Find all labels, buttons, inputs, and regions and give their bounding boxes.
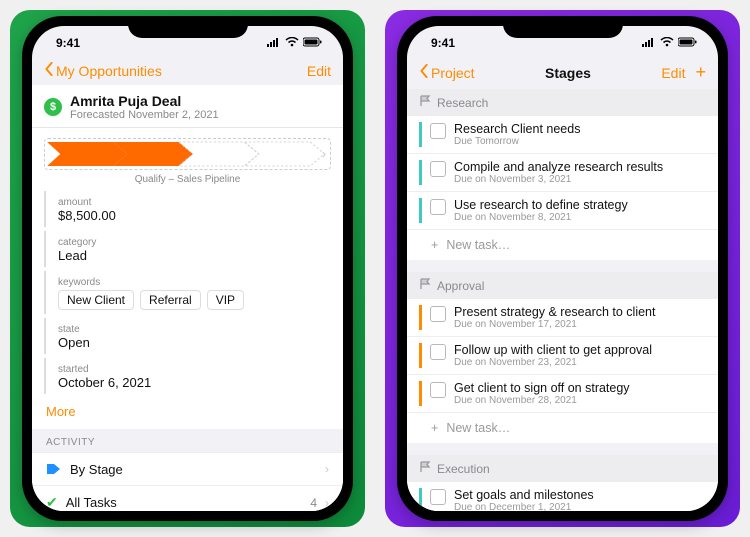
- back-label: My Opportunities: [56, 63, 162, 79]
- task-title: Compile and analyze research results: [454, 160, 663, 174]
- new-task-label: New task…: [446, 421, 510, 435]
- chevron-right-icon: ›: [322, 147, 326, 161]
- pipeline-stage[interactable]: › Qualify – Sales Pipeline: [32, 128, 343, 187]
- task-due: Due on November 8, 2021: [454, 212, 628, 223]
- wifi-icon: [285, 36, 299, 50]
- task-title: Set goals and milestones: [454, 488, 594, 502]
- task-title: Use research to define strategy: [454, 198, 628, 212]
- more-button[interactable]: More: [32, 394, 343, 429]
- add-button[interactable]: +: [695, 62, 706, 83]
- stage-color-bar: [419, 122, 422, 147]
- stage-color-bar: [419, 381, 422, 406]
- stage-name: Approval: [437, 279, 484, 293]
- keyword-tag[interactable]: New Client: [58, 290, 134, 310]
- page-title: Stages: [545, 65, 591, 81]
- notch: [503, 16, 623, 38]
- wifi-icon: [660, 36, 674, 50]
- task-row[interactable]: Research Client needsDue Tomorrow: [407, 116, 718, 154]
- task-title: Follow up with client to get approval: [454, 343, 652, 357]
- stage-color-bar: [419, 305, 422, 330]
- chevron-right-icon: ›: [325, 496, 329, 510]
- activity-header: ACTIVITY: [32, 429, 343, 452]
- keyword-tag[interactable]: VIP: [207, 290, 244, 310]
- task-due: Due Tomorrow: [454, 136, 580, 147]
- task-due: Due on November 23, 2021: [454, 357, 652, 368]
- deal-title: Amrita Puja Deal: [70, 93, 219, 109]
- signal-icon: [642, 36, 656, 50]
- tag-icon: [46, 461, 62, 477]
- chevron-right-icon: ›: [325, 462, 329, 476]
- stage-color-bar: [419, 343, 422, 368]
- stage-header[interactable]: Execution: [407, 455, 718, 482]
- back-button[interactable]: My Opportunities: [44, 62, 162, 79]
- task-checkbox[interactable]: [430, 344, 446, 360]
- flag-icon: [419, 278, 431, 293]
- task-row[interactable]: Compile and analyze research resultsDue …: [407, 154, 718, 192]
- phone-frame-right: 9:41 Project Stages Edit +: [397, 16, 728, 521]
- task-title: Research Client needs: [454, 122, 580, 136]
- task-due: Due on December 1, 2021: [454, 502, 594, 511]
- task-row[interactable]: Follow up with client to get approvalDue…: [407, 337, 718, 375]
- chevron-left-icon: [419, 64, 429, 81]
- nav-bar: My Opportunities Edit: [32, 58, 343, 85]
- task-title: Present strategy & research to client: [454, 305, 655, 319]
- stage-header[interactable]: Approval: [407, 272, 718, 299]
- field-state[interactable]: state Open: [44, 318, 343, 354]
- task-checkbox[interactable]: [430, 489, 446, 505]
- new-task-button[interactable]: + New task…: [407, 413, 718, 443]
- plus-icon: +: [431, 421, 438, 435]
- stage-color-bar: [419, 488, 422, 511]
- edit-button[interactable]: Edit: [661, 65, 685, 81]
- task-row[interactable]: Present strategy & research to clientDue…: [407, 299, 718, 337]
- battery-icon: [678, 36, 698, 50]
- back-button[interactable]: Project: [419, 64, 475, 81]
- deal-header: $ Amrita Puja Deal Forecasted November 2…: [32, 85, 343, 128]
- check-icon: ✔: [46, 494, 58, 511]
- field-started[interactable]: started October 6, 2021: [44, 358, 343, 394]
- status-time: 9:41: [431, 36, 455, 50]
- stage-color-bar: [419, 160, 422, 185]
- task-due: Due on November 28, 2021: [454, 395, 630, 406]
- notch: [128, 16, 248, 38]
- task-checkbox[interactable]: [430, 161, 446, 177]
- task-checkbox[interactable]: [430, 199, 446, 215]
- stage-name: Execution: [437, 462, 490, 476]
- edit-button[interactable]: Edit: [307, 63, 331, 79]
- task-row[interactable]: Get client to sign off on strategyDue on…: [407, 375, 718, 413]
- field-category[interactable]: category Lead: [44, 231, 343, 267]
- activity-by-stage[interactable]: By Stage ›: [32, 452, 343, 485]
- pipeline-caption: Qualify – Sales Pipeline: [44, 174, 331, 185]
- task-due: Due on November 3, 2021: [454, 174, 663, 185]
- task-row[interactable]: Use research to define strategyDue on No…: [407, 192, 718, 230]
- task-due: Due on November 17, 2021: [454, 319, 655, 330]
- battery-icon: [303, 36, 323, 50]
- deal-subtitle: Forecasted November 2, 2021: [70, 109, 219, 121]
- plus-icon: +: [431, 238, 438, 252]
- back-label: Project: [431, 65, 475, 81]
- task-checkbox[interactable]: [430, 306, 446, 322]
- status-time: 9:41: [56, 36, 80, 50]
- keyword-tag[interactable]: Referral: [140, 290, 201, 310]
- task-checkbox[interactable]: [430, 382, 446, 398]
- new-task-label: New task…: [446, 238, 510, 252]
- flag-icon: [419, 95, 431, 110]
- field-amount[interactable]: amount $8,500.00: [44, 191, 343, 227]
- signal-icon: [267, 36, 281, 50]
- stage-color-bar: [419, 198, 422, 223]
- flag-icon: [419, 461, 431, 476]
- task-row[interactable]: Set goals and milestonesDue on December …: [407, 482, 718, 511]
- chevron-left-icon: [44, 62, 54, 79]
- dollar-icon: $: [44, 98, 62, 116]
- stage-header[interactable]: Research: [407, 89, 718, 116]
- activity-all-tasks[interactable]: ✔ All Tasks 4 ›: [32, 485, 343, 511]
- new-task-button[interactable]: + New task…: [407, 230, 718, 260]
- task-title: Get client to sign off on strategy: [454, 381, 630, 395]
- stage-name: Research: [437, 96, 488, 110]
- field-keywords[interactable]: keywords New Client Referral VIP: [44, 271, 343, 314]
- phone-frame-left: 9:41: [22, 16, 353, 521]
- nav-bar: Project Stages Edit +: [407, 58, 718, 89]
- task-checkbox[interactable]: [430, 123, 446, 139]
